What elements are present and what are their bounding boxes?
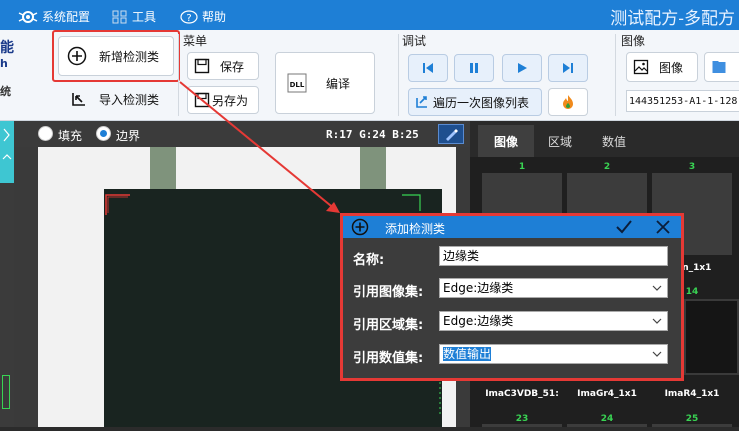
chevron-down-icon xyxy=(652,285,662,291)
chevron-down-icon xyxy=(652,318,662,324)
confirm-check-icon[interactable] xyxy=(615,219,633,235)
image-set-label: 引用图像集: xyxy=(353,285,424,300)
value-set-label: 引用数值集: xyxy=(353,351,424,366)
region-set-label: 引用区域集: xyxy=(353,318,424,333)
region-set-select[interactable]: Edge:边缘类 xyxy=(439,311,668,331)
name-value: 边缘类 xyxy=(443,249,480,263)
dialog-title: 添加检测类 xyxy=(385,222,446,236)
name-label: 名称: xyxy=(353,253,385,268)
image-set-select[interactable]: Edge:边缘类 xyxy=(439,278,668,298)
plus-circle-icon xyxy=(351,218,369,236)
value-set-select[interactable]: 数值输出 xyxy=(439,344,668,364)
image-set-value: Edge:边缘类 xyxy=(443,281,514,295)
close-icon[interactable] xyxy=(655,219,671,235)
chevron-down-icon xyxy=(652,351,662,357)
add-class-dialog: 添加检测类 名称: 边缘类 引用图像集: Edge:边缘类 引用区域集: Edg… xyxy=(340,213,684,381)
name-field[interactable]: 边缘类 xyxy=(439,246,668,266)
dialog-header: 添加检测类 xyxy=(343,216,681,238)
value-set-value: 数值输出 xyxy=(443,347,492,361)
region-set-value: Edge:边缘类 xyxy=(443,314,514,328)
